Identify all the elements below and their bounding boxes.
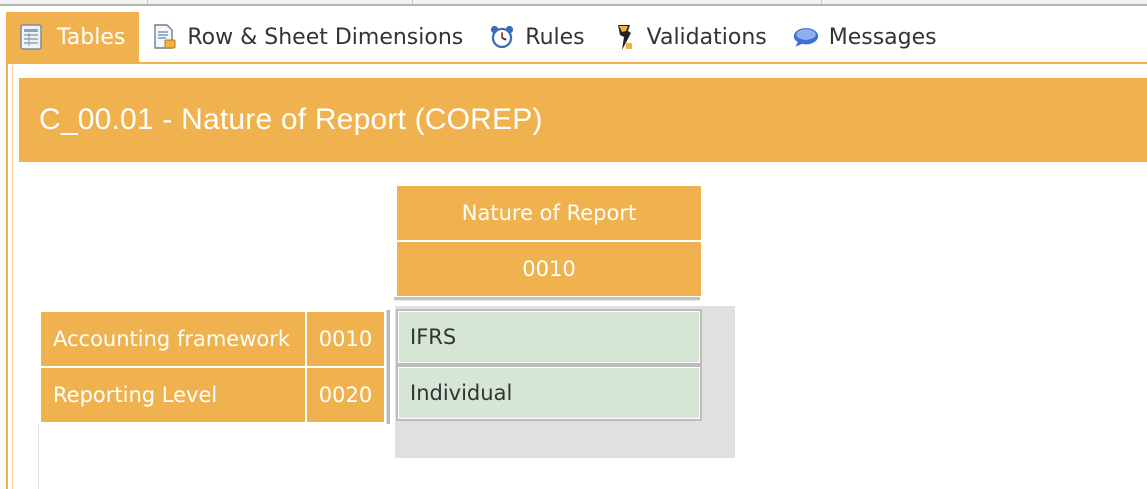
top-toolbar-edge	[0, 0, 1147, 6]
tab-row-sheet-dimensions[interactable]: Row & Sheet Dimensions	[139, 12, 477, 62]
column-header-label: Nature of Report	[461, 201, 637, 225]
row-label: Accounting framework	[53, 327, 291, 351]
column-header: Nature of Report	[397, 186, 701, 240]
document-icon	[151, 24, 177, 50]
cell-value: IFRS	[410, 325, 457, 349]
tab-label: Rules	[525, 24, 585, 50]
value-cell-accounting-framework[interactable]: IFRS	[396, 309, 702, 365]
toolbar-divider	[821, 0, 822, 4]
tab-label: Validations	[646, 24, 767, 50]
report-title-bar: C_00.01 - Nature of Report (COREP)	[19, 78, 1147, 162]
row-code-0010: 0010	[307, 312, 384, 366]
value-cell-reporting-level[interactable]: Individual	[396, 365, 702, 421]
column-code: 0010	[397, 242, 701, 296]
tab-label: Messages	[828, 24, 937, 50]
row-code: 0010	[318, 327, 373, 351]
tab-rules[interactable]: Rules	[477, 12, 598, 62]
tab-tables[interactable]: Tables	[6, 12, 140, 62]
tab-messages[interactable]: Messages	[781, 12, 951, 62]
report-title: C_00.01 - Nature of Report (COREP)	[39, 103, 543, 136]
row-label-reporting-level: Reporting Level	[41, 368, 305, 422]
validation-icon	[611, 24, 637, 50]
row-label: Reporting Level	[53, 383, 218, 407]
alarm-clock-icon	[489, 24, 515, 50]
grid-edge-line	[38, 424, 39, 489]
row-code: 0020	[318, 383, 373, 407]
speech-bubble-icon	[793, 24, 819, 50]
tab-label: Row & Sheet Dimensions	[187, 24, 464, 50]
table-icon	[18, 24, 44, 50]
tab-label: Tables	[57, 24, 126, 50]
header-separator	[394, 297, 700, 301]
row-header-separator	[386, 310, 390, 424]
frame-divider	[12, 66, 13, 489]
toolbar-divider	[412, 0, 413, 4]
tab-validations[interactable]: Validations	[599, 12, 781, 62]
row-code-0020: 0020	[307, 368, 384, 422]
tab-bar: Tables Row & Sheet Dimensions Rules Vali…	[6, 12, 951, 62]
row-label-accounting-framework: Accounting framework	[41, 312, 305, 366]
toolbar-divider	[147, 0, 148, 4]
column-code-label: 0010	[522, 257, 576, 281]
cell-value: Individual	[410, 381, 513, 405]
